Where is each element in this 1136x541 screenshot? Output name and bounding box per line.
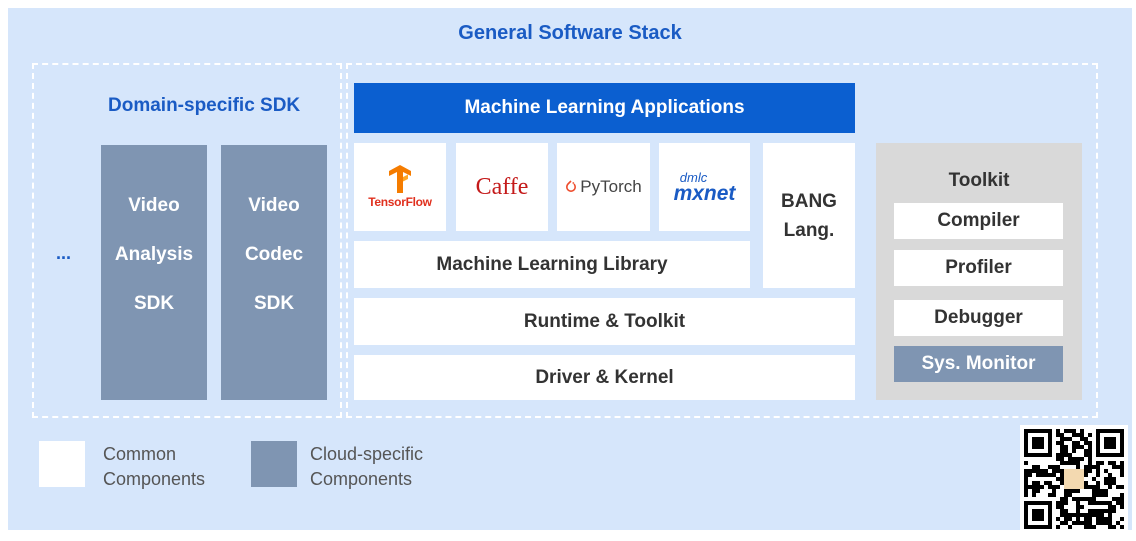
sdk-box-line: Video (248, 195, 300, 216)
runtime-toolkit-box: Runtime & Toolkit (354, 298, 855, 345)
sdk-box-line: Video (128, 195, 180, 216)
toolkit-debugger: Debugger (894, 300, 1063, 336)
legend-cloud-swatch (251, 441, 297, 487)
caffe-box: Caffe (456, 143, 548, 231)
video-codec-sdk-box: Video Codec SDK (221, 145, 327, 400)
toolkit-sys-monitor: Sys. Monitor (894, 346, 1063, 382)
pytorch-label-group: PyTorch (565, 177, 642, 197)
pytorch-box: PyTorch (557, 143, 650, 231)
qr-code-icon (1020, 425, 1128, 533)
legend-common-label: Common Components (103, 442, 205, 492)
domain-sdk-title: Domain-specific SDK (108, 95, 301, 116)
more-sdks-ellipsis: ... (56, 243, 72, 263)
qr-code-graphic (1024, 429, 1124, 529)
tensorflow-label: TensorFlow (368, 195, 432, 209)
mxnet-label: mxnet (673, 181, 736, 205)
legend-line: Components (310, 469, 413, 489)
toolkit-panel: Toolkit Compiler Profiler Debugger Sys. … (876, 143, 1082, 400)
tensorflow-box: TensorFlow (354, 143, 446, 231)
legend-line: Components (103, 469, 206, 489)
sdk-box-line: Analysis (114, 244, 194, 265)
legend-line: Common (103, 444, 177, 464)
toolkit-title: Toolkit (948, 170, 1010, 191)
toolkit-compiler: Compiler (894, 203, 1063, 239)
driver-kernel-box: Driver & Kernel (354, 355, 855, 400)
sdk-box-line: Codec (244, 244, 304, 265)
video-analysis-sdk-box: Video Analysis SDK (101, 145, 207, 400)
legend-line: Cloud-specific (310, 444, 424, 464)
sdk-box-line: SDK (253, 293, 295, 314)
pytorch-flame-icon (566, 180, 577, 192)
toolkit-profiler: Profiler (894, 250, 1063, 286)
tensorflow-logo-icon (389, 165, 411, 193)
caffe-label: Caffe (475, 173, 529, 200)
ml-applications-bar: Machine Learning Applications (354, 83, 855, 133)
bang-lang-box: BANG Lang. (763, 143, 855, 288)
pytorch-label: PyTorch (580, 177, 642, 196)
bang-line: BANG (781, 190, 837, 212)
diagram-title: General Software Stack (458, 22, 682, 44)
diagram-canvas: General Software Stack Domain-specific S… (8, 8, 1132, 533)
legend-cloud-label: Cloud-specific Components (310, 442, 423, 492)
bang-line: Lang. (783, 219, 835, 241)
sdk-box-line: SDK (133, 293, 175, 314)
ml-library-box: Machine Learning Library (354, 241, 750, 288)
mxnet-box: dmlc mxnet (659, 143, 750, 231)
legend-common-swatch (39, 441, 85, 487)
